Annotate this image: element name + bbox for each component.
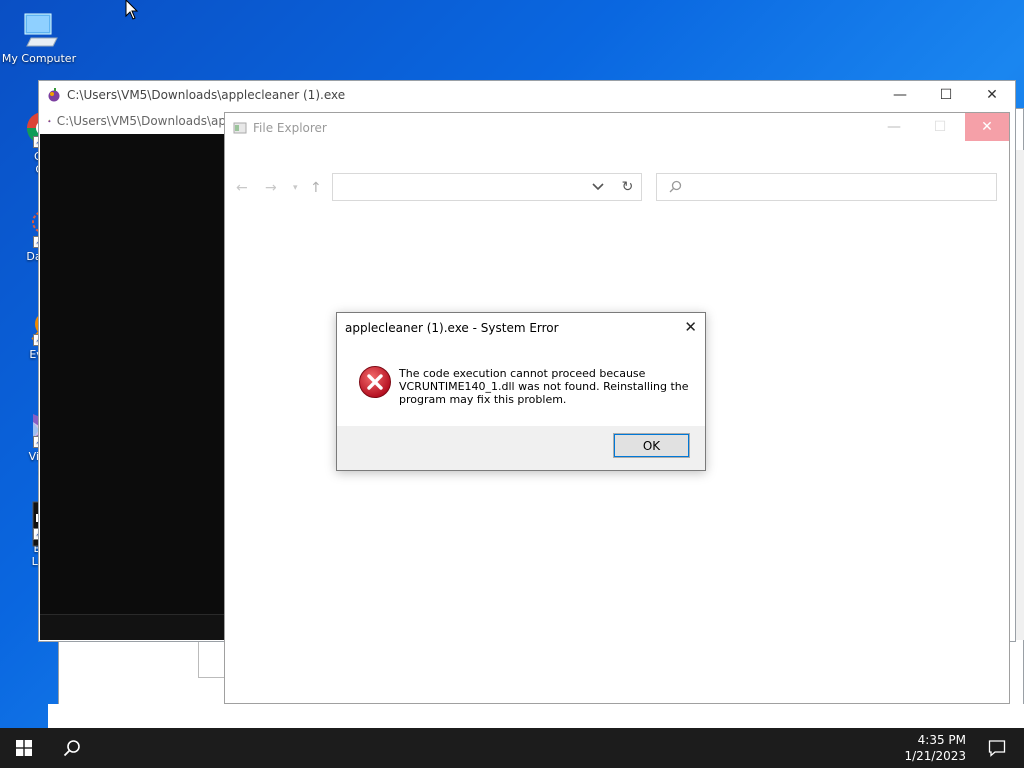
clock-time: 4:35 PM (917, 733, 966, 747)
address-dropdown-chevron-icon[interactable] (592, 182, 604, 192)
forward-arrow-icon[interactable]: → (265, 180, 277, 196)
apple-app-icon (48, 119, 51, 123)
close-button[interactable]: ✕ (969, 81, 1015, 109)
desktop-icon-my-computer[interactable]: My Computer (0, 10, 78, 65)
start-button[interactable] (0, 728, 48, 768)
taskbar-search-button[interactable] (48, 728, 96, 768)
console-window-titlebar[interactable]: C:\Users\VM5\Downloads\applecleaner (1).… (39, 81, 1015, 109)
mouse-cursor-icon (125, 0, 139, 20)
search-icon (669, 180, 682, 193)
console-window-title: C:\Users\VM5\Downloads\applecleaner (1).… (67, 88, 346, 102)
windows-logo-icon (16, 740, 32, 756)
console-window-back-title: C:\Users\VM5\Downloads\ap (56, 114, 226, 128)
maximize-button[interactable]: ☐ (923, 81, 969, 109)
console-output-area[interactable] (40, 134, 226, 640)
error-icon (359, 366, 391, 398)
console-window-back-titlebar[interactable]: C:\Users\VM5\Downloads\ap (40, 108, 226, 134)
apple-app-icon (48, 88, 60, 102)
refresh-icon: ↻ (621, 179, 634, 195)
file-explorer-icon (233, 122, 247, 134)
dialog-footer: OK (337, 426, 705, 470)
taskbar: 4:35 PM 1/21/2023 (0, 728, 1024, 768)
background-window-bottom (48, 704, 1024, 728)
file-explorer-title: File Explorer (253, 121, 327, 135)
back-arrow-icon[interactable]: ← (236, 180, 248, 196)
clock-date: 1/21/2023 (904, 749, 966, 763)
minimize-button[interactable]: — (877, 81, 923, 109)
search-icon (63, 740, 80, 757)
refresh-button[interactable]: ↻ (614, 173, 642, 201)
recent-chevron-icon[interactable]: ▾ (293, 183, 298, 193)
background-window-panel (198, 640, 226, 678)
search-box[interactable] (656, 173, 997, 201)
desktop-icon-label: My Computer (1, 52, 77, 65)
action-center-button[interactable] (988, 739, 1006, 760)
explorer-minimize-button[interactable]: — (871, 113, 917, 141)
notification-icon (988, 740, 1006, 757)
system-error-dialog[interactable]: applecleaner (1).exe - System Error ✕ Th… (336, 312, 706, 471)
up-arrow-icon[interactable]: ↑ (310, 180, 322, 196)
explorer-close-button[interactable]: ✕ (965, 113, 1009, 141)
dialog-close-button[interactable]: ✕ (684, 318, 697, 336)
explorer-maximize-button[interactable]: ☐ (917, 113, 963, 141)
monitor-icon (17, 10, 61, 50)
dialog-message: The code execution cannot proceed becaus… (399, 367, 689, 406)
dialog-title: applecleaner (1).exe - System Error (345, 321, 559, 335)
ok-button[interactable]: OK (613, 433, 690, 458)
taskbar-clock[interactable]: 4:35 PM 1/21/2023 (904, 732, 966, 764)
console-scrollbar[interactable] (40, 614, 226, 640)
